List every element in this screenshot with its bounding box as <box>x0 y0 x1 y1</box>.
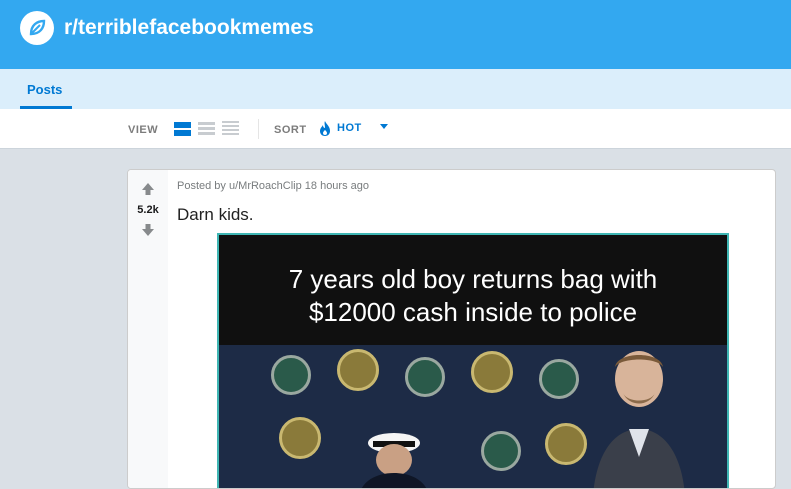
image-caption-text: 7 years old boy returns bag with $12000 … <box>288 264 658 327</box>
view-label: VIEW <box>128 124 159 136</box>
police-badge-icon <box>471 351 513 393</box>
vote-column: 5.2k <box>128 170 168 488</box>
card-view-icon[interactable] <box>174 121 191 136</box>
vote-score: 5.2k <box>137 204 159 216</box>
downvote-arrow-icon[interactable] <box>141 223 155 237</box>
leaf-icon[interactable] <box>20 11 54 45</box>
police-seal-icon <box>539 359 579 399</box>
police-badge-icon <box>337 349 379 391</box>
tab-posts[interactable]: Posts <box>20 69 72 109</box>
chevron-down-icon[interactable] <box>380 124 388 129</box>
flame-icon[interactable] <box>318 120 332 137</box>
tab-posts-label: Posts <box>27 82 63 97</box>
compact-view-icon[interactable] <box>222 121 239 136</box>
sort-dropdown-value[interactable]: HOT <box>337 122 362 134</box>
view-sort-toolbar: VIEW SORT <box>0 109 791 149</box>
subreddit-header: r/terriblefacebookmemes <box>0 0 791 69</box>
officer-figure <box>361 433 427 488</box>
sort-label: SORT <box>274 124 307 136</box>
classic-view-icon[interactable] <box>198 121 215 136</box>
police-badge-icon <box>545 423 587 465</box>
police-photo <box>219 345 727 488</box>
police-seal-icon <box>405 357 445 397</box>
post-image[interactable]: 7 years old boy returns bag with $12000 … <box>217 233 729 488</box>
post-meta[interactable]: Posted by u/MrRoachClip 18 hours ago <box>177 180 369 192</box>
man-figure <box>593 351 685 488</box>
police-seal-icon <box>271 355 311 395</box>
police-badge-icon <box>279 417 321 459</box>
police-seal-icon <box>481 431 521 471</box>
post-title[interactable]: Darn kids. <box>177 205 254 225</box>
tab-bar: Posts <box>0 69 791 109</box>
toolbar-divider <box>258 119 259 139</box>
upvote-arrow-icon[interactable] <box>141 182 155 196</box>
post-card[interactable]: 5.2k Posted by u/MrRoachClip 18 hours ag… <box>127 169 776 489</box>
subreddit-name[interactable]: r/terriblefacebookmemes <box>64 16 314 40</box>
